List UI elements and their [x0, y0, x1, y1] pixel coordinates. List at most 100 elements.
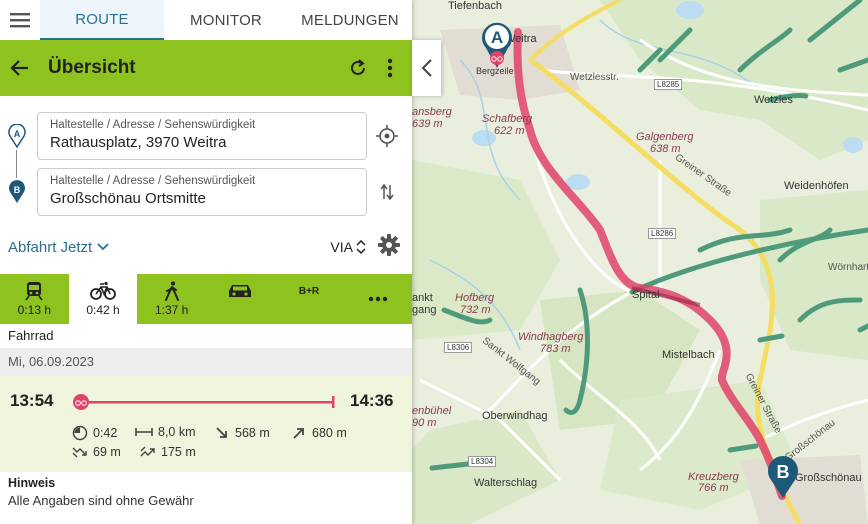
clipped-label: 90 m: [412, 417, 437, 429]
refresh-icon: [351, 59, 365, 75]
swap-button[interactable]: [376, 181, 398, 203]
hint-title: Hinweis: [8, 476, 56, 490]
tab-meldungen[interactable]: MELDUNGEN: [288, 0, 412, 40]
peak-height: 766 m: [698, 482, 729, 494]
mode-bike-and-ride[interactable]: B+R: [275, 274, 344, 324]
car-icon: [229, 285, 252, 297]
overview-header: Übersicht: [0, 40, 412, 96]
marker-b-icon[interactable]: B: [766, 454, 800, 500]
trip-result[interactable]: 13:54 14:36 0:42 8,0 km 568 m 680 m 69 m: [0, 376, 412, 472]
mode-car[interactable]: [206, 274, 275, 324]
trip-timeline: [73, 394, 335, 410]
more-options-button[interactable]: [376, 54, 404, 82]
bicycle-icon: [90, 281, 116, 300]
departure-row: Abfahrt Jetzt VIA: [0, 224, 412, 270]
ascent-value: 680 m: [312, 426, 347, 440]
svg-text:A: A: [491, 28, 503, 47]
descent-stat: 568 m: [214, 425, 270, 441]
date-header: Mi, 06.09.2023: [0, 348, 412, 376]
origin-pin-icon: A: [8, 124, 26, 148]
gear-icon: [378, 233, 400, 256]
place-label: Weidenhöfen: [784, 180, 849, 192]
arrow-down-right-icon: [216, 427, 227, 438]
mode-walk[interactable]: 1:37 h: [137, 274, 206, 324]
via-label: VIA: [330, 239, 353, 255]
bike-and-ride-label: B+R: [298, 286, 320, 297]
place-label: Walterschlag: [474, 477, 538, 489]
refresh-button[interactable]: [344, 54, 372, 82]
elevation-up-icon: [140, 446, 155, 457]
swap-icon: [380, 183, 394, 201]
chevron-left-icon: [421, 59, 432, 77]
distance-value: 8,0 km: [158, 425, 196, 439]
descent-value: 568 m: [235, 426, 270, 440]
elev-up-value: 175 m: [161, 445, 196, 459]
more-horizontal-icon: [368, 296, 387, 302]
destination-input[interactable]: Haltestelle / Adresse / Sehenswürdigkeit…: [37, 168, 367, 216]
crosshair-icon: [376, 125, 398, 147]
tab-route[interactable]: ROUTE: [40, 0, 164, 40]
road-ref-badge: L8304: [468, 456, 497, 467]
mode-bicycle[interactable]: 0:42 h: [68, 274, 138, 324]
svg-text:B: B: [777, 462, 790, 482]
clock-icon: [72, 425, 88, 441]
collapse-panel-button[interactable]: [412, 40, 441, 96]
transport-mode-bar: 0:13 h 0:42 h 1:37 h B+R: [0, 274, 412, 324]
peak-height: 783 m: [540, 343, 571, 355]
road-ref-badge: L8286: [648, 228, 677, 239]
distance-icon: [135, 428, 153, 436]
mode-more[interactable]: [343, 274, 412, 324]
arrow-up-right-icon: [293, 428, 304, 439]
more-vertical-icon: [387, 58, 393, 78]
menu-button[interactable]: [0, 0, 40, 40]
locate-button[interactable]: [376, 125, 398, 147]
place-label: Mistelbach: [662, 349, 715, 361]
peak-height: 622 m: [494, 125, 525, 137]
mode-caption: Fahrrad: [8, 328, 54, 343]
via-selector[interactable]: VIA: [330, 239, 366, 255]
elevation-down-icon: [72, 447, 87, 458]
elev-down-value: 69 m: [93, 445, 121, 459]
origin-input[interactable]: Haltestelle / Adresse / Sehenswürdigkeit…: [37, 112, 367, 160]
destination-value: Großschönau Ortsmitte: [50, 190, 206, 207]
settings-button[interactable]: [378, 233, 400, 261]
arrive-time: 14:36: [350, 391, 394, 410]
clipped-label: gang: [412, 304, 437, 316]
clipped-label: 639 m: [412, 118, 443, 130]
mode-duration: 0:42 h: [86, 303, 120, 317]
depart-time: 13:54: [10, 391, 54, 410]
mode-duration: 1:37 h: [154, 303, 189, 317]
back-button[interactable]: [8, 56, 32, 80]
page-title: Übersicht: [48, 57, 136, 78]
top-tabs: ROUTE MONITOR MELDUNGEN: [0, 0, 412, 40]
origin-placeholder: Haltestelle / Adresse / Sehenswürdigkeit: [50, 119, 256, 131]
road-ref-badge: L8285: [654, 79, 683, 90]
road-ref-badge: L8306: [444, 342, 473, 353]
duration-value: 0:42: [93, 426, 118, 440]
marker-a-icon[interactable]: A: [480, 18, 514, 70]
peak-name: Windhagberg: [518, 331, 584, 343]
hamburger-icon: [10, 13, 30, 28]
destination-pin-icon: B: [8, 180, 26, 203]
place-label: Spital: [632, 289, 660, 301]
clipped-label: enbühel: [412, 405, 452, 417]
distance-stat: 8,0 km: [135, 425, 196, 439]
hint-text: Alle Angaben sind ohne Gewähr: [8, 493, 194, 508]
elev-up-stat: 175 m: [140, 445, 196, 459]
peak-height: 638 m: [650, 143, 681, 155]
walk-icon: [164, 281, 179, 301]
clipped-label: ankt: [412, 292, 433, 304]
clipped-label: ansberg: [412, 106, 452, 118]
svg-text:B: B: [14, 185, 21, 195]
place-label: Oberwindhag: [482, 410, 548, 422]
place-label: Großschönau: [795, 472, 862, 484]
destination-row: B Haltestelle / Adresse / Sehenswürdigke…: [0, 168, 412, 224]
peak-name: Hofberg: [455, 292, 495, 304]
mode-public-transport[interactable]: 0:13 h: [0, 274, 69, 324]
origin-row: A Haltestelle / Adresse / Sehenswürdigke…: [0, 112, 412, 168]
ascent-stat: 680 m: [291, 425, 347, 441]
peak-name: Schafberg: [482, 113, 533, 125]
tab-monitor[interactable]: MONITOR: [164, 0, 288, 40]
departure-selector[interactable]: Abfahrt Jetzt: [8, 239, 110, 256]
route-panel: ROUTE MONITOR MELDUNGEN Übersicht A Halt…: [0, 0, 412, 524]
